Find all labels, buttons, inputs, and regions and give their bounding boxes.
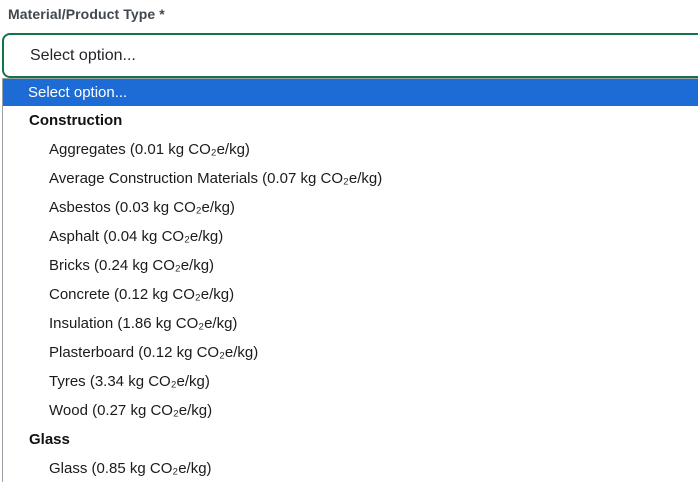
dropdown-option[interactable]: Insulation (1.86 kg CO₂e/kg) xyxy=(3,309,698,338)
dropdown-option[interactable]: Wood (0.27 kg CO₂e/kg) xyxy=(3,396,698,425)
select-dropdown-list: Select option... Construction Aggregates … xyxy=(2,78,698,482)
dropdown-option[interactable]: Asbestos (0.03 kg CO₂e/kg) xyxy=(3,193,698,222)
dropdown-option[interactable]: Glass (0.85 kg CO₂e/kg) xyxy=(3,454,698,482)
dropdown-group-label: Glass xyxy=(29,431,70,448)
dropdown-option-placeholder[interactable]: Select option... xyxy=(3,79,698,106)
dropdown-group-label: Construction xyxy=(29,112,123,129)
dropdown-option[interactable]: Tyres (3.34 kg CO₂e/kg) xyxy=(3,367,698,396)
dropdown-option[interactable]: Concrete (0.12 kg CO₂e/kg) xyxy=(3,280,698,309)
material-type-label: Material/Product Type * xyxy=(8,6,165,22)
dropdown-items-container: Construction Aggregates (0.01 kg CO₂e/kg)… xyxy=(3,106,698,482)
dropdown-option[interactable]: Plasterboard (0.12 kg CO₂e/kg) xyxy=(3,338,698,367)
dropdown-option[interactable]: Aggregates (0.01 kg CO₂e/kg) xyxy=(3,135,698,164)
dropdown-option[interactable]: Average Construction Materials (0.07 kg … xyxy=(3,164,698,193)
dropdown-option[interactable]: Bricks (0.24 kg CO₂e/kg) xyxy=(3,251,698,280)
select-current-value: Select option... xyxy=(30,46,136,64)
dropdown-option[interactable]: Asphalt (0.04 kg CO₂e/kg) xyxy=(3,222,698,251)
form-page: Material/Product Type * Select option...… xyxy=(0,0,698,482)
material-type-select[interactable]: Select option... xyxy=(2,33,698,78)
